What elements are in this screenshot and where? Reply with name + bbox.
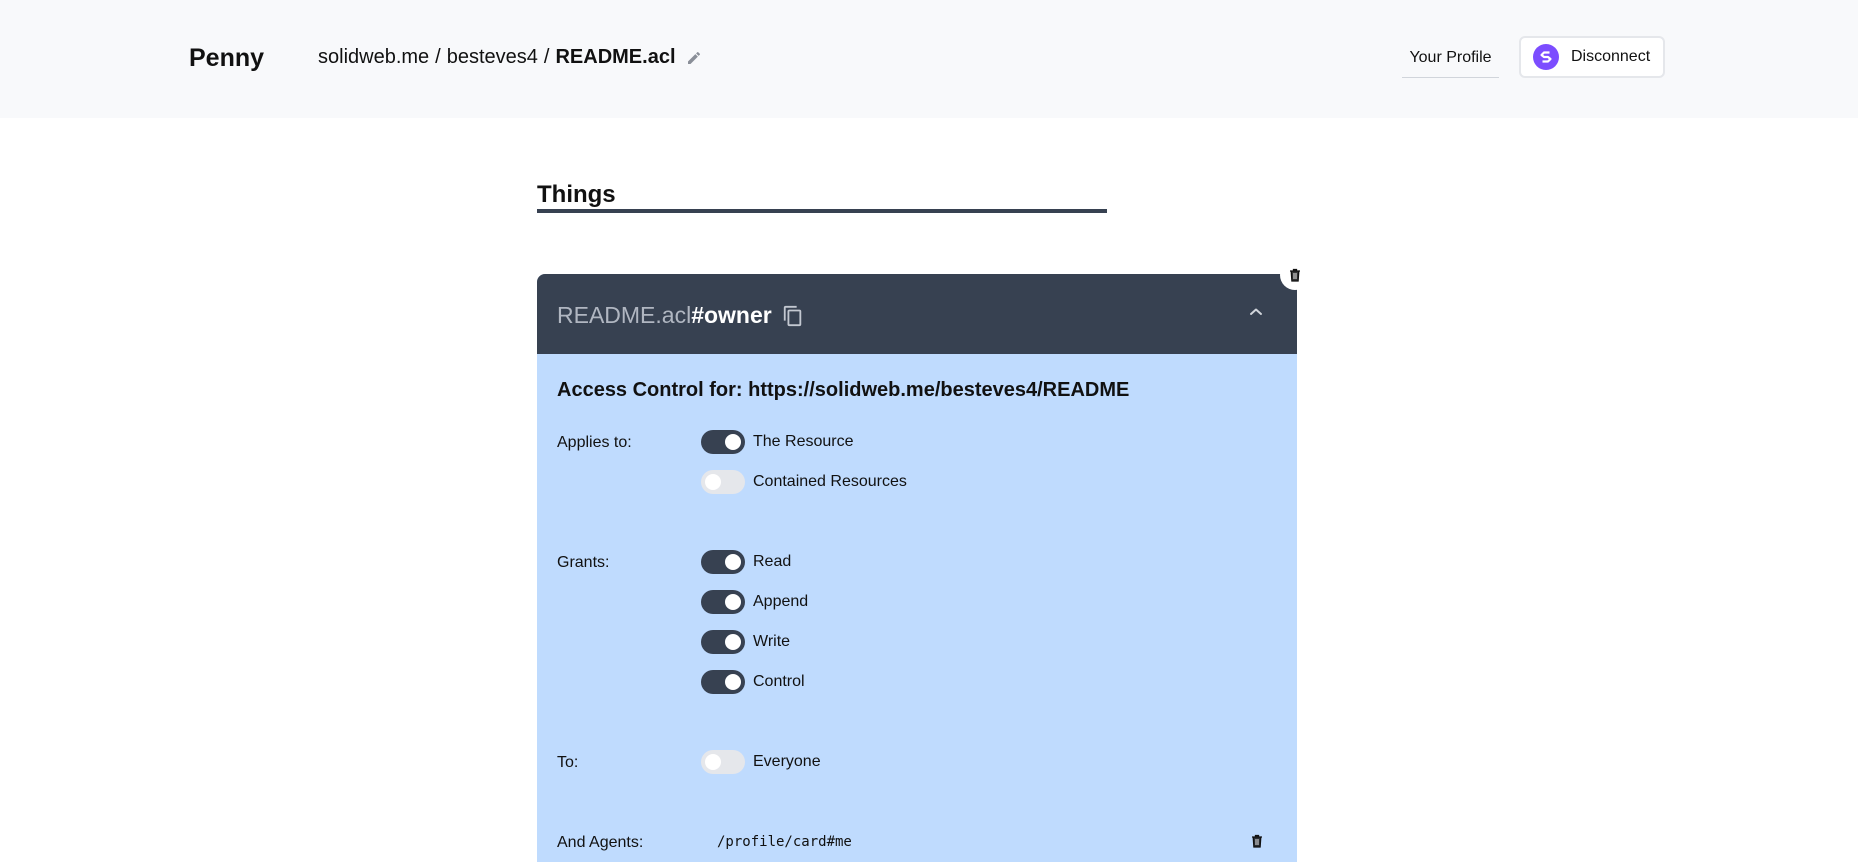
breadcrumb-folder[interactable]: besteves4 [447,46,538,69]
applies-to-label: Applies to: [557,434,632,451]
toggle-label: The Resource [753,433,854,450]
trash-icon[interactable] [1249,832,1265,850]
toggle-label: Control [753,673,805,690]
thing-title-base: README.acl [557,302,692,328]
toggle-write[interactable]: Write [701,629,790,655]
toggle-contained-resources[interactable]: Contained Resources [701,469,907,495]
toggle-switch[interactable] [701,670,745,694]
disconnect-button[interactable]: Disconnect [1519,36,1665,78]
toggle-the-resource[interactable]: The Resource [701,429,854,455]
agents-label: And Agents: [557,834,644,851]
breadcrumb-separator: / [543,46,550,68]
access-control-heading: Access Control for: https://solidweb.me/… [557,379,1130,401]
toggle-switch[interactable] [701,750,745,774]
inrupt-logo-icon [1533,44,1559,70]
toggle-label: Everyone [753,753,821,770]
toggle-switch[interactable] [701,550,745,574]
toggle-read[interactable]: Read [701,549,791,575]
breadcrumb-host[interactable]: solidweb.me [318,46,429,69]
agent-webid[interactable]: /profile/card#me [717,834,852,850]
delete-thing-button[interactable] [1280,260,1310,290]
toggle-switch[interactable] [701,470,745,494]
toggle-control[interactable]: Control [701,669,805,695]
app-brand[interactable]: Penny [189,44,264,73]
chevron-up-icon[interactable] [1246,302,1266,322]
copy-icon[interactable] [782,305,804,327]
thing-title-fragment: #owner [691,302,772,328]
toggle-switch[interactable] [701,590,745,614]
thing-card-header[interactable]: README.acl #owner [537,274,1297,354]
to-label: To: [557,754,579,771]
grants-label: Grants: [557,554,610,571]
section-title: Things [537,181,616,208]
toggle-label: Contained Resources [753,473,907,490]
toggle-everyone[interactable]: Everyone [701,749,821,775]
thing-card: README.acl #owner Access Control for: ht… [537,274,1297,862]
section-divider [537,209,1107,213]
toggle-label: Read [753,553,792,570]
trash-icon [1289,268,1301,282]
app-header: Penny solidweb.me / besteves4 / README.a… [0,0,1858,118]
toggle-append[interactable]: Append [701,589,808,615]
toggle-label: Append [753,593,809,610]
thing-title: README.acl #owner [557,302,804,329]
toggle-switch[interactable] [701,630,745,654]
toggle-label: Write [753,633,791,650]
breadcrumb: solidweb.me / besteves4 / README.acl [318,46,702,69]
disconnect-label: Disconnect [1571,48,1651,65]
pencil-icon[interactable] [686,50,702,66]
your-profile-link[interactable]: Your Profile [1402,38,1499,78]
toggle-switch[interactable] [701,430,745,454]
breadcrumb-current: README.acl [555,46,676,68]
breadcrumb-separator: / [435,46,441,68]
